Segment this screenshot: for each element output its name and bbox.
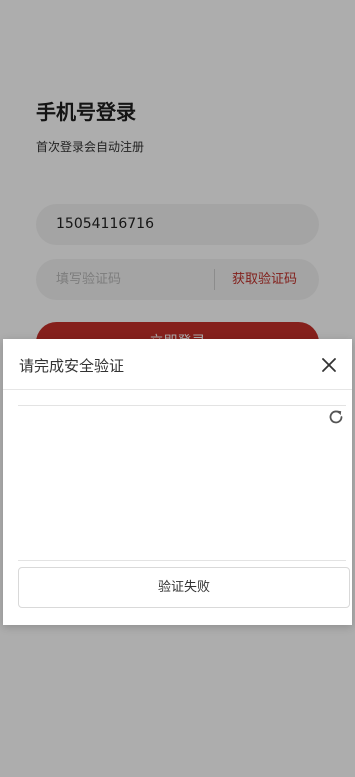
refresh-icon[interactable] xyxy=(327,408,345,426)
security-verification-dialog: 请完成安全验证 验证失败 xyxy=(3,339,352,625)
verification-status-button[interactable]: 验证失败 xyxy=(18,567,350,608)
dialog-header-divider xyxy=(3,389,352,390)
dialog-title: 请完成安全验证 xyxy=(19,357,125,375)
captcha-area[interactable] xyxy=(18,405,346,561)
close-icon[interactable] xyxy=(319,355,339,375)
